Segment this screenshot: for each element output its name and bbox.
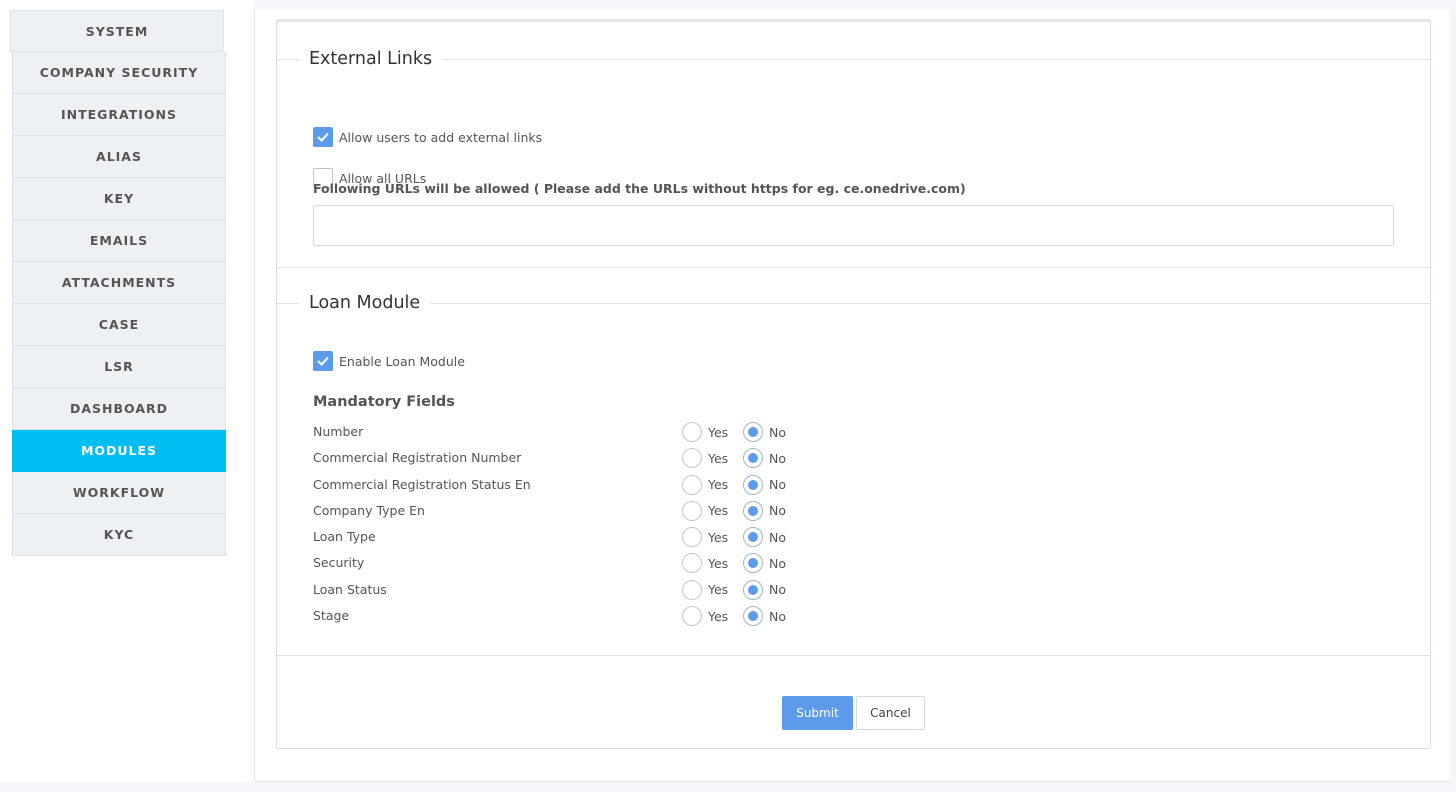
- allow-external-links-label: Allow users to add external links: [339, 129, 543, 145]
- settings-nav: SYSTEM COMPANY SECURITY INTEGRATIONS ALI…: [10, 10, 226, 556]
- no-radio[interactable]: [743, 422, 763, 442]
- no-label: No: [769, 529, 786, 545]
- loan-module-section: Loan Module Enable Loan Module Mandatory…: [277, 291, 1430, 656]
- nav-item-lsr[interactable]: LSR: [12, 346, 226, 388]
- no-radio-option[interactable]: No: [743, 448, 786, 469]
- yes-label: Yes: [708, 424, 729, 440]
- yes-radio-option[interactable]: Yes: [682, 422, 728, 442]
- mandatory-field-row: Loan Status Yes No: [313, 579, 833, 606]
- allow-external-links-checkbox[interactable]: [313, 127, 333, 147]
- mandatory-field-row: Loan Type Yes No: [313, 527, 833, 553]
- field-label: Stage: [313, 608, 350, 624]
- yes-radio-option[interactable]: Yes: [682, 448, 729, 469]
- mandatory-fields-title: Mandatory Fields: [313, 394, 455, 410]
- yes-radio-option[interactable]: Yes: [682, 553, 729, 574]
- field-label: Commercial Registration Status En: [313, 476, 531, 492]
- submit-button[interactable]: Submit: [782, 696, 853, 730]
- yes-radio[interactable]: [682, 527, 702, 548]
- yes-label: Yes: [708, 503, 729, 519]
- nav-item-key[interactable]: KEY: [12, 178, 226, 220]
- no-label: No: [769, 608, 786, 624]
- no-label: No: [769, 503, 786, 519]
- external-links-section: External Links Allow users to add extern…: [277, 47, 1430, 268]
- yes-label: Yes: [708, 555, 729, 571]
- no-radio-option[interactable]: No: [743, 579, 786, 600]
- yes-radio[interactable]: [682, 606, 702, 627]
- main-content: External Links Allow users to add extern…: [254, 9, 1450, 782]
- no-label: No: [769, 555, 786, 571]
- allow-external-links-row: Allow users to add external links: [313, 127, 542, 147]
- yes-radio[interactable]: [682, 579, 702, 600]
- allowed-urls-input[interactable]: [313, 205, 1394, 246]
- external-links-legend: External Links: [299, 47, 443, 71]
- allowed-urls-hint: Following URLs will be allowed ( Please …: [313, 181, 966, 196]
- checkmark-icon: [317, 132, 329, 142]
- yes-radio-option[interactable]: Yes: [682, 606, 729, 627]
- mandatory-field-row: Commercial Registration Number Yes No: [313, 448, 833, 474]
- nav-item-company-security[interactable]: COMPANY SECURITY: [12, 52, 226, 94]
- nav-item-alias[interactable]: ALIAS: [12, 136, 226, 178]
- no-radio-option[interactable]: No: [743, 606, 786, 627]
- no-radio[interactable]: [743, 579, 763, 600]
- enable-loan-module-checkbox[interactable]: [313, 351, 333, 371]
- no-radio[interactable]: [743, 500, 763, 521]
- no-radio[interactable]: [743, 527, 763, 548]
- nav-item-kyc[interactable]: KYC: [12, 514, 226, 556]
- field-label: Company Type En: [313, 502, 425, 518]
- yes-label: Yes: [708, 477, 729, 493]
- field-label: Number: [313, 424, 364, 439]
- yes-radio[interactable]: [682, 553, 702, 574]
- field-label: Loan Status: [313, 581, 387, 597]
- yes-label: Yes: [708, 450, 729, 466]
- field-label: Security: [313, 555, 365, 571]
- settings-card: External Links Allow users to add extern…: [276, 19, 1431, 749]
- enable-loan-module-row: Enable Loan Module: [313, 351, 465, 371]
- yes-radio[interactable]: [682, 474, 702, 495]
- no-radio-option[interactable]: No: [743, 422, 786, 442]
- no-radio[interactable]: [743, 448, 763, 469]
- nav-item-case[interactable]: CASE: [12, 304, 226, 346]
- yes-label: Yes: [708, 608, 729, 624]
- yes-radio[interactable]: [682, 448, 702, 469]
- yes-label: Yes: [708, 529, 729, 545]
- yes-radio-option[interactable]: Yes: [682, 474, 729, 495]
- nav-item-integrations[interactable]: INTEGRATIONS: [12, 94, 226, 136]
- mandatory-field-row: Commercial Registration Status En Yes No: [313, 474, 833, 501]
- field-label: Commercial Registration Number: [313, 450, 522, 466]
- checkmark-icon: [317, 356, 329, 366]
- no-radio-option[interactable]: No: [743, 474, 786, 495]
- nav-item-attachments[interactable]: ATTACHMENTS: [12, 262, 226, 304]
- enable-loan-module-label: Enable Loan Module: [339, 353, 465, 369]
- no-label: No: [769, 424, 786, 440]
- no-label: No: [769, 450, 786, 466]
- yes-radio[interactable]: [682, 422, 702, 442]
- nav-item-modules[interactable]: MODULES: [12, 430, 226, 472]
- loan-module-legend: Loan Module: [299, 291, 431, 315]
- left-panel: SYSTEM COMPANY SECURITY INTEGRATIONS ALI…: [0, 0, 254, 782]
- mandatory-field-row: Number Yes No: [313, 422, 833, 448]
- no-radio[interactable]: [743, 553, 763, 574]
- mandatory-field-row: Security Yes No: [313, 553, 833, 579]
- no-radio-option[interactable]: No: [743, 553, 786, 574]
- no-label: No: [769, 582, 786, 598]
- nav-item-workflow[interactable]: WORKFLOW: [12, 472, 226, 514]
- yes-radio-option[interactable]: Yes: [682, 579, 729, 600]
- yes-radio[interactable]: [682, 500, 702, 521]
- field-label: Loan Type: [313, 529, 376, 545]
- yes-radio-option[interactable]: Yes: [682, 500, 729, 521]
- yes-label: Yes: [708, 582, 729, 598]
- no-label: No: [769, 477, 786, 493]
- mandatory-field-row: Stage Yes No: [313, 606, 833, 632]
- mandatory-field-row: Company Type En Yes No: [313, 500, 833, 527]
- no-radio-option[interactable]: No: [743, 500, 786, 521]
- no-radio[interactable]: [743, 606, 763, 627]
- cancel-button[interactable]: Cancel: [856, 696, 925, 730]
- nav-item-system[interactable]: SYSTEM: [10, 10, 224, 52]
- yes-radio-option[interactable]: Yes: [682, 527, 729, 548]
- no-radio[interactable]: [743, 474, 763, 495]
- nav-item-dashboard[interactable]: DASHBOARD: [12, 388, 226, 430]
- no-radio-option[interactable]: No: [743, 527, 786, 548]
- nav-item-emails[interactable]: EMAILS: [12, 220, 226, 262]
- mandatory-fields-list: Number Yes No Commercial Registration Nu…: [313, 422, 833, 632]
